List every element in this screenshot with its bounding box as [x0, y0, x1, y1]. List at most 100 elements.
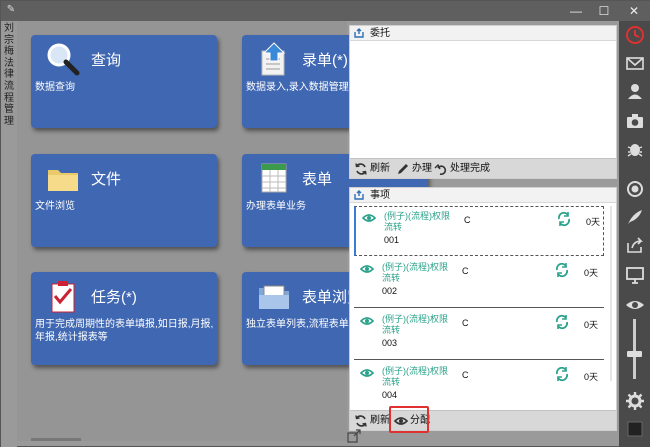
app-pen-icon: ✎ [6, 4, 16, 15]
square-icon [627, 421, 642, 437]
magnifier-icon [47, 43, 80, 76]
item-c: C [462, 370, 469, 380]
done-label: 处理完成 [450, 163, 490, 174]
tile-description: 数据查询 [35, 82, 75, 93]
entrust-toolbar: 刷新 办理 处理完成 [350, 158, 616, 178]
right-toolbar [619, 21, 650, 447]
panel-title: 委托 [370, 28, 390, 39]
close-button[interactable]: ✕ [619, 1, 649, 21]
eye-link-icon [362, 214, 376, 222]
undo-icon [434, 163, 447, 176]
item-days: 0天 [584, 320, 599, 330]
transfer-icon [555, 262, 569, 278]
tile-tasks[interactable]: 任务(*) 用于完成周期性的表单填报,如日报,月报,年报,统计报表等 [31, 272, 217, 365]
side-title-char: 梅 [4, 46, 14, 58]
horizontal-scrollbar[interactable] [31, 438, 81, 441]
tile-title: 查询 [91, 52, 122, 69]
tile-title: 文件 [91, 171, 122, 188]
settings-button[interactable] [623, 391, 646, 411]
gear-icon [625, 392, 644, 410]
zoom-slider-handle[interactable] [627, 351, 642, 357]
panel-title: 事项 [370, 190, 390, 201]
zoom-slider-track[interactable] [633, 319, 636, 379]
highlight-box [389, 406, 429, 433]
mail-icon [625, 57, 644, 70]
pencil-icon [398, 164, 408, 174]
monitor-button[interactable] [623, 265, 646, 285]
user-button[interactable] [623, 81, 646, 101]
list-item[interactable]: (例子)(流程)权限流转 004 C 0天 [354, 362, 604, 412]
refresh-label: 刷新 [370, 415, 390, 426]
item-days: 0天 [584, 372, 599, 382]
camera-button[interactable] [623, 111, 646, 131]
side-title: 刘 宗 梅 法 律 流 程 管 理 [1, 21, 17, 447]
bug-icon [627, 144, 642, 157]
done-button[interactable]: 处理完成 [434, 159, 490, 179]
view-button[interactable] [623, 295, 646, 315]
tile-query[interactable]: 查询 数据查询 [31, 35, 217, 128]
share-button[interactable] [623, 235, 646, 255]
list-item[interactable]: (例子)(流程)权限流转 003 C 0天 [354, 310, 604, 360]
record-icon [626, 181, 643, 197]
expand-icon[interactable] [347, 429, 361, 443]
transfer-icon [555, 366, 569, 382]
items-panel: 事项 (例子)(流程)权限流转 001 C 0天 (例子)(流程)权限流转 00… [349, 187, 617, 431]
side-title-char: 法 [4, 57, 14, 69]
history-button[interactable] [623, 25, 646, 45]
side-title-char: 理 [4, 115, 14, 127]
item-number: 004 [382, 390, 398, 400]
tile-title: 表单 [302, 171, 333, 188]
mail-button[interactable] [623, 53, 646, 73]
refresh-icon [355, 415, 367, 427]
item-days: 0天 [584, 268, 599, 278]
item-c: C [462, 318, 469, 328]
share-icon [626, 237, 643, 253]
clock-icon [625, 26, 644, 44]
item-name: (例子)(流程)权限流转 [384, 211, 450, 232]
tile-description: 用于完成周期性的表单填报,如日报,月报,年报,统计报表等 [35, 319, 214, 343]
refresh-button[interactable]: 刷新 [354, 159, 390, 179]
item-number: 003 [382, 338, 398, 348]
maximize-button[interactable]: ☐ [589, 1, 619, 21]
refresh-button[interactable]: 刷新 [354, 411, 390, 431]
item-name: (例子)(流程)权限流转 [382, 314, 448, 335]
handle-button[interactable]: 办理 [396, 159, 432, 179]
vertical-scrollbar[interactable] [608, 206, 614, 381]
entrust-panel: 委托 刷新 办理 处理完成 [349, 25, 617, 179]
side-title-char: 刘 [4, 23, 14, 34]
handle-label: 办理 [412, 163, 432, 174]
app-window: ✎ — ☐ ✕ 刘 宗 梅 法 律 流 程 管 理 查询 数据查询 录单(*) … [0, 0, 650, 447]
feather-icon [627, 210, 642, 224]
item-number: 002 [382, 286, 398, 296]
side-title-char: 程 [4, 92, 14, 104]
item-name: (例子)(流程)权限流转 [382, 262, 448, 283]
bug-button[interactable] [623, 139, 646, 159]
spreadsheet-icon [261, 163, 287, 193]
tile-area: 查询 数据查询 录单(*) 数据录入,录入数据管理 文件 文件浏览 表单 办理表… [17, 21, 428, 441]
minimize-button[interactable]: — [561, 1, 591, 21]
list-item[interactable]: (例子)(流程)权限流转 002 C 0天 [354, 258, 604, 308]
title-bar: ✎ — ☐ ✕ [1, 1, 650, 21]
tile-title: 任务(*) [91, 289, 137, 306]
record-button[interactable] [623, 179, 646, 199]
user-icon [627, 84, 642, 99]
corner-button[interactable] [623, 419, 646, 439]
side-title-char: 律 [4, 69, 14, 81]
item-name: (例子)(流程)权限流转 [382, 366, 448, 387]
write-button[interactable] [623, 207, 646, 227]
tile-files[interactable]: 文件 文件浏览 [31, 154, 217, 247]
side-title-char: 宗 [4, 34, 14, 46]
item-c: C [462, 266, 469, 276]
list-item[interactable]: (例子)(流程)权限流转 001 C 0天 [354, 206, 604, 256]
eye-link-icon [360, 265, 374, 273]
tile-description: 文件浏览 [35, 201, 75, 212]
transfer-icon [555, 314, 569, 330]
export-icon [354, 190, 364, 200]
refresh-label: 刷新 [370, 163, 390, 174]
item-c: C [464, 215, 471, 225]
item-days: 0天 [586, 217, 601, 227]
transfer-icon [557, 211, 571, 227]
folder-browse-icon [259, 285, 289, 309]
tile-title: 录单(*) [302, 52, 348, 69]
panel-header: 事项 [350, 188, 616, 203]
